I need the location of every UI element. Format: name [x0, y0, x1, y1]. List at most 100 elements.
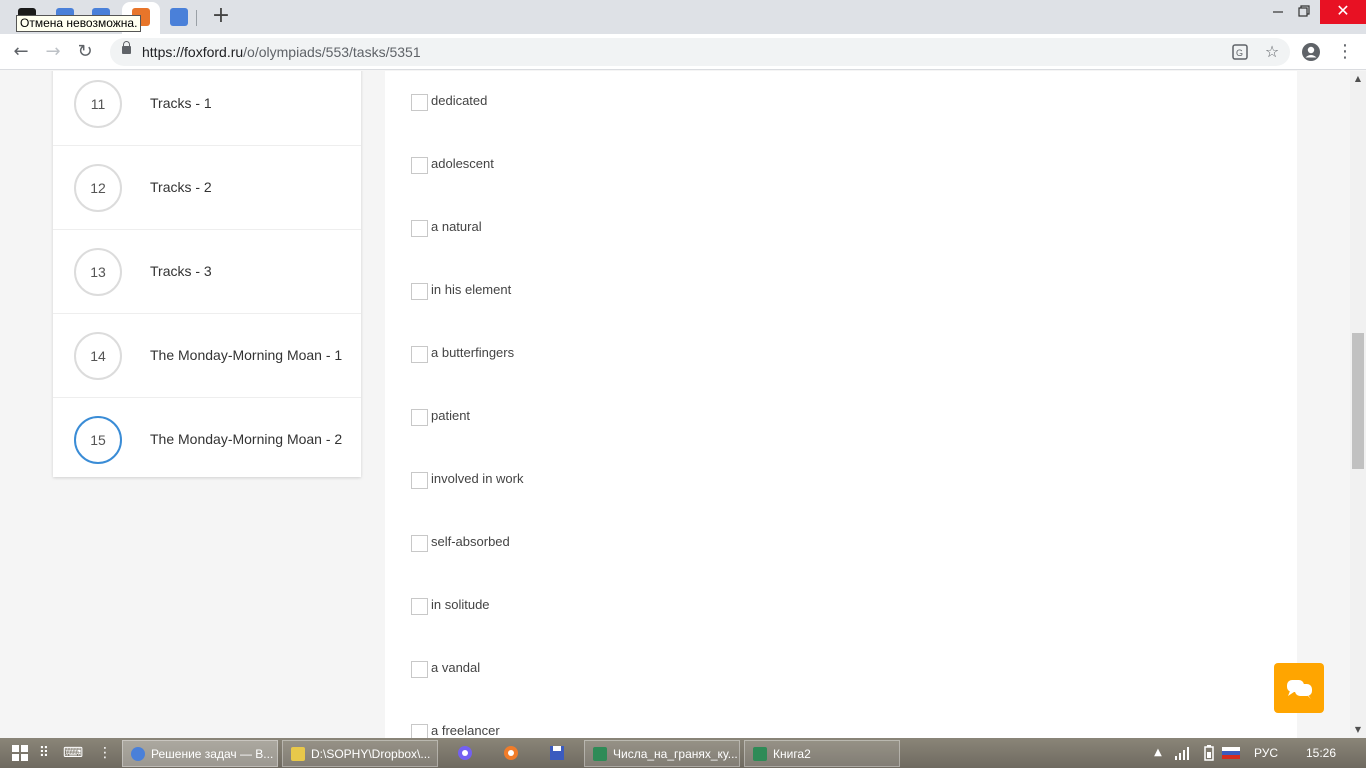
taskbar-item[interactable]: Решение задач — В...	[122, 740, 278, 767]
reload-icon: ↻	[77, 41, 93, 62]
start-button[interactable]	[10, 744, 30, 762]
restore-button[interactable]	[1286, 0, 1322, 24]
taskbar-item-label: Книга2	[773, 747, 811, 761]
option-label: a vandal	[431, 660, 481, 675]
taskbar-item[interactable]: Книга2	[744, 740, 900, 767]
task-title: The Monday-Morning Moan - 1	[150, 347, 343, 363]
option-label: in solitude	[431, 597, 490, 612]
option-label: a freelancer	[431, 723, 500, 738]
viber-icon[interactable]	[456, 744, 474, 762]
task-item[interactable]: 11 Tracks - 1	[53, 71, 361, 145]
browser-toolbar: ← → ↻ https://foxford.ru/o/olympiads/553…	[0, 34, 1366, 70]
option-checkbox[interactable]	[411, 724, 428, 738]
option-checkbox[interactable]	[411, 598, 428, 615]
taskbar-item-label: Решение задач — В...	[151, 747, 274, 761]
chat-button[interactable]	[1274, 663, 1324, 713]
taskbar-grip-icon: ⋮	[98, 745, 112, 761]
scrollbar-thumb[interactable]	[1352, 333, 1364, 469]
taskbar-item-label: Числа_на_гранях_ку...	[613, 747, 738, 761]
forward-button[interactable]: →	[42, 41, 64, 63]
network-signal-icon[interactable]	[1174, 744, 1190, 762]
option-checkbox[interactable]	[411, 283, 428, 300]
taskbar-item[interactable]: D:\SOPHY\Dropbox\...	[282, 740, 438, 767]
chat-bubbles-icon	[1287, 680, 1312, 699]
option-checkbox[interactable]	[411, 346, 428, 363]
folder-icon	[291, 747, 305, 761]
url-text[interactable]: https://foxford.ru/o/olympiads/553/tasks…	[142, 44, 421, 60]
page-content: 11 Tracks - 1 12 Tracks - 2 13 Tracks - …	[0, 71, 1350, 738]
task-title: The Monday-Morning Moan - 2	[150, 431, 343, 447]
lock-icon	[122, 41, 131, 54]
page-scrollbar[interactable]: ▲ ▼	[1350, 71, 1366, 738]
option-checkbox[interactable]	[411, 472, 428, 489]
save-disk-icon[interactable]	[548, 744, 566, 762]
profile-button[interactable]	[1300, 41, 1322, 63]
arrow-left-icon: ←	[13, 41, 29, 62]
task-number-badge: 13	[74, 248, 122, 296]
windows-logo-icon	[12, 745, 28, 761]
apps-icon[interactable]: ⠿	[36, 744, 52, 762]
clock[interactable]: 15:26	[1306, 746, 1336, 760]
option-checkbox[interactable]	[411, 409, 428, 426]
reload-button[interactable]: ↻	[74, 41, 96, 63]
task-number-badge: 11	[74, 80, 122, 128]
taskbar-item-label: D:\SOPHY\Dropbox\...	[311, 747, 431, 761]
option-label: adolescent	[431, 156, 494, 171]
plus-icon: +	[211, 3, 231, 28]
excel-icon	[593, 747, 607, 761]
close-window-button[interactable]: ✕	[1320, 0, 1366, 24]
address-bar[interactable]: https://foxford.ru/o/olympiads/553/tasks…	[110, 38, 1290, 66]
menu-button[interactable]: ⋮	[1334, 41, 1356, 63]
tooltip: Отмена невозможна.	[16, 15, 142, 32]
browser-tab-strip: + Отмена невозможна. ✕	[0, 0, 1366, 34]
svg-text:G: G	[1236, 48, 1243, 58]
option-label: dedicated	[431, 93, 488, 108]
more-vert-icon: ⋮	[1336, 41, 1354, 62]
tab-separator	[196, 10, 197, 26]
option-checkbox[interactable]	[411, 535, 428, 552]
option-label: involved in work	[431, 471, 524, 486]
task-item[interactable]: 14 The Monday-Morning Moan - 1	[53, 313, 361, 397]
url-path: /o/olympiads/553/tasks/5351	[243, 44, 421, 60]
task-item[interactable]: 13 Tracks - 3	[53, 229, 361, 313]
task-item[interactable]: 12 Tracks - 2	[53, 145, 361, 229]
chrome-icon	[131, 747, 145, 761]
translate-icon: G	[1232, 44, 1248, 60]
star-icon: ☆	[1264, 42, 1280, 61]
keyboard-icon[interactable]: ⌨	[62, 744, 84, 762]
task-number-badge: 14	[74, 332, 122, 380]
task-list-sidebar: 11 Tracks - 1 12 Tracks - 2 13 Tracks - …	[53, 71, 361, 477]
scroll-down-arrow-icon[interactable]: ▼	[1350, 722, 1366, 738]
option-checkbox[interactable]	[411, 157, 428, 174]
question-panel: dedicated adolescent a natural in his el…	[385, 71, 1297, 738]
google-translate-favicon-icon[interactable]	[170, 8, 188, 26]
option-label: a butterfingers	[431, 345, 515, 360]
tray-expand-icon[interactable]: ▲	[1152, 744, 1164, 762]
bookmark-star-button[interactable]: ☆	[1260, 40, 1284, 64]
task-title: Tracks - 1	[150, 95, 212, 111]
taskbar-item[interactable]: Числа_на_гранях_ку...	[584, 740, 740, 767]
arrow-right-icon: →	[45, 41, 61, 62]
task-title: Tracks - 3	[150, 263, 212, 279]
option-checkbox[interactable]	[411, 220, 428, 237]
app-icon[interactable]	[502, 744, 520, 762]
new-tab-button[interactable]: +	[208, 5, 234, 29]
battery-icon[interactable]	[1202, 744, 1216, 762]
option-label: self-absorbed	[431, 534, 510, 549]
close-icon: ✕	[1336, 1, 1350, 20]
option-label: patient	[431, 408, 471, 423]
translate-button[interactable]: G	[1228, 40, 1252, 64]
task-item-active[interactable]: 15 The Monday-Morning Moan - 2	[53, 397, 361, 481]
task-title: Tracks - 2	[150, 179, 212, 195]
russian-flag-icon	[1222, 744, 1240, 762]
task-number-badge: 15	[74, 416, 122, 464]
option-checkbox[interactable]	[411, 661, 428, 678]
account-icon	[1302, 43, 1320, 61]
scroll-up-arrow-icon[interactable]: ▲	[1350, 71, 1366, 87]
option-checkbox[interactable]	[411, 94, 428, 111]
excel-icon	[753, 747, 767, 761]
input-language-indicator[interactable]: РУС	[1254, 746, 1278, 760]
task-number-badge: 12	[74, 164, 122, 212]
back-button[interactable]: ←	[10, 41, 32, 63]
restore-icon	[1298, 5, 1310, 17]
